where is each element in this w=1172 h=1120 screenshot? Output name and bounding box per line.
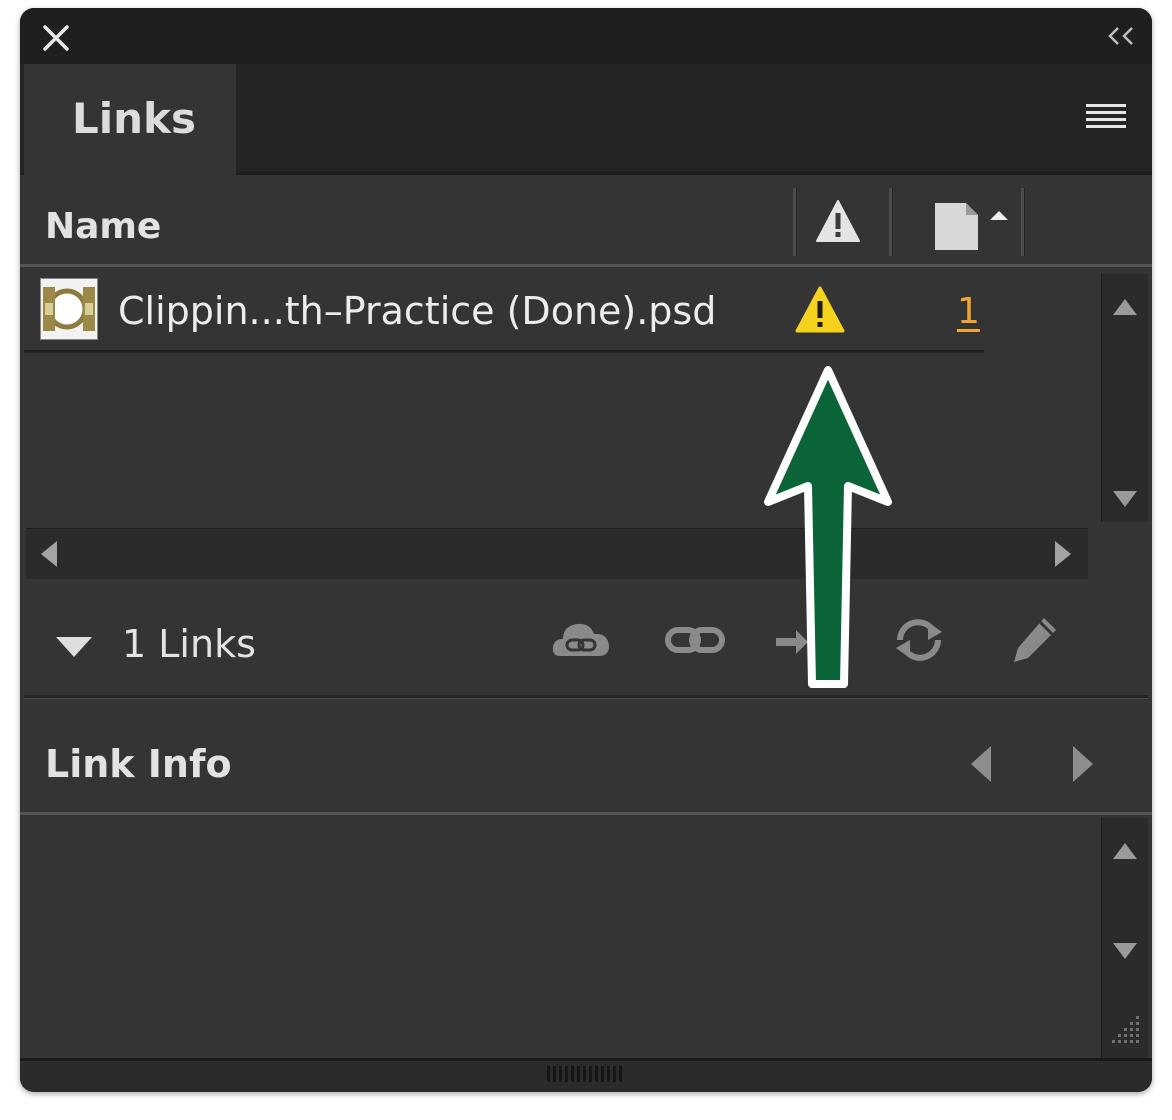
go-to-link-icon[interactable] — [772, 612, 834, 668]
column-separator[interactable] — [889, 188, 893, 256]
warning-triangle-icon[interactable] — [814, 198, 862, 244]
section-divider[interactable] — [24, 695, 1148, 699]
link-info-divider — [20, 812, 1152, 815]
previous-link-icon[interactable] — [968, 744, 994, 784]
list-horizontal-scrollbar[interactable] — [26, 528, 1088, 579]
page-icon[interactable] — [932, 200, 1012, 252]
scroll-right-arrow-icon[interactable] — [1052, 539, 1074, 569]
scroll-up-arrow-icon[interactable] — [1111, 296, 1139, 318]
thumbnail-image — [40, 278, 98, 340]
drag-grip-icon[interactable] — [547, 1066, 625, 1082]
links-count: 1 Links — [122, 622, 256, 666]
scroll-down-arrow-icon[interactable] — [1111, 488, 1139, 510]
next-link-icon[interactable] — [1070, 744, 1096, 784]
tab-links[interactable]: Links — [24, 64, 236, 175]
edit-original-icon[interactable] — [1004, 612, 1066, 668]
tab-strip: Links — [20, 64, 1152, 175]
scroll-down-arrow-icon[interactable] — [1111, 940, 1139, 962]
update-link-icon[interactable] — [888, 612, 950, 668]
collapse-panel-icon[interactable] — [1106, 24, 1136, 48]
header-divider — [20, 264, 1152, 267]
tab-label: Links — [72, 94, 196, 143]
links-panel: Links Name Clippin...th–Practice (Done).… — [20, 8, 1152, 1092]
column-header: Name — [20, 172, 1152, 264]
close-icon[interactable] — [42, 24, 70, 52]
scroll-left-arrow-icon[interactable] — [38, 539, 60, 569]
scroll-up-arrow-icon[interactable] — [1111, 840, 1139, 862]
relink-icon[interactable] — [664, 612, 726, 668]
list-vertical-scrollbar[interactable] — [1101, 274, 1148, 522]
disclosure-triangle-icon[interactable] — [54, 634, 94, 660]
page-number-link[interactable]: 1 — [957, 291, 980, 332]
panel-title-bar[interactable] — [20, 8, 1152, 65]
name-column-header[interactable]: Name — [45, 206, 161, 247]
resize-handle-icon[interactable] — [1102, 1010, 1142, 1050]
row-divider — [24, 350, 984, 353]
link-filename: Clippin...th–Practice (Done).psd — [118, 289, 717, 333]
warning-icon[interactable] — [794, 285, 846, 335]
column-separator[interactable] — [793, 188, 797, 256]
column-separator[interactable] — [1021, 188, 1025, 256]
cc-libraries-link-icon[interactable] — [550, 612, 612, 668]
link-info-title: Link Info — [45, 742, 232, 786]
panel-menu-icon[interactable] — [1084, 102, 1128, 134]
link-row[interactable]: Clippin...th–Practice (Done).psd 1 — [20, 271, 980, 351]
